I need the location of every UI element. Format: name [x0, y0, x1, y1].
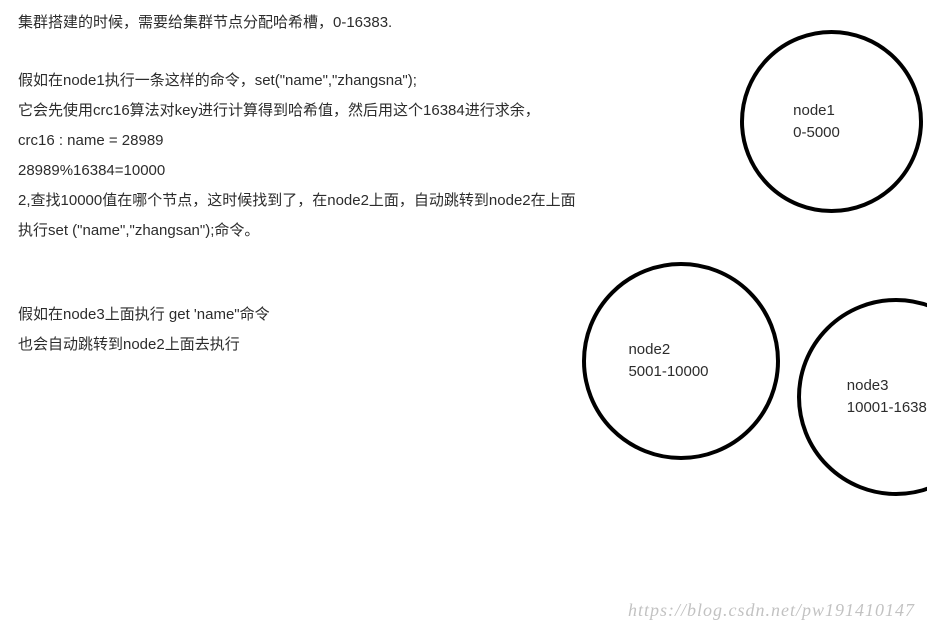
node-circle-1: node1 0-5000: [740, 30, 923, 213]
node2-range: 5001-10000: [628, 361, 708, 383]
paragraph-example-set: 假如在node1执行一条这样的命令，set("name","zhangsna")…: [18, 66, 578, 246]
node-circle-3: node3 10001-16383: [797, 298, 927, 496]
paragraph-setup: 集群搭建的时候，需要给集群节点分配哈希槽，0-16383.: [18, 8, 392, 38]
node-circle-2: node2 5001-10000: [582, 262, 780, 460]
paragraph-example-get: 假如在node3上面执行 get 'name"命令 也会自动跳转到node2上面…: [18, 300, 270, 360]
node1-range: 0-5000: [793, 122, 840, 144]
node3-name: node3: [847, 375, 927, 397]
watermark: https://blog.csdn.net/pw191410147: [628, 600, 915, 621]
node1-name: node1: [793, 100, 840, 122]
node2-name: node2: [628, 339, 708, 361]
node3-range: 10001-16383: [847, 397, 927, 419]
